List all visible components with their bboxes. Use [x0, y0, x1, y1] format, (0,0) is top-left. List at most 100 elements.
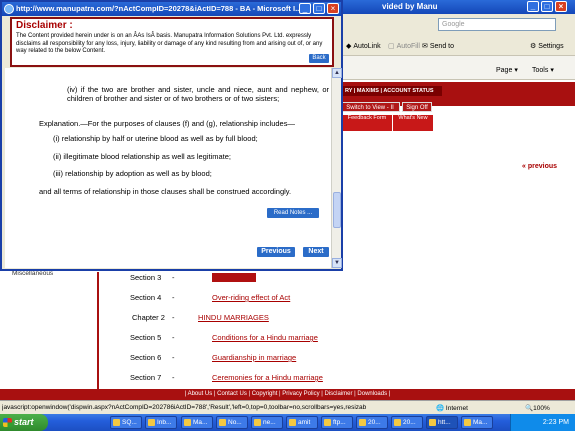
footer-links[interactable]: | About Us | Contact Us | Copyright | Pr… — [0, 389, 575, 400]
clause-iv: (iv) if the two are brother and sister, … — [67, 85, 329, 103]
previous-link-label: previous — [527, 163, 558, 170]
taskbar-button[interactable]: ftp... — [321, 416, 353, 429]
autolink-label: AutoLink — [353, 42, 381, 50]
list-item: (i) relationship by half or uterine bloo… — [53, 134, 258, 143]
switch-view-button[interactable]: Switch to View - II — [340, 102, 400, 112]
background-window-title: vided by Manu — [382, 2, 438, 11]
previous-button[interactable]: Previous — [257, 247, 295, 257]
minimize-icon[interactable]: _ — [527, 1, 539, 12]
popup-content: (iv) if the two are brother and sister, … — [5, 68, 336, 268]
chevron-down-icon: ▾ — [514, 67, 518, 74]
highlighted-section-link[interactable] — [212, 273, 256, 282]
autofill-button[interactable]: ▢ AutoFill — [388, 42, 420, 51]
whats-new-button[interactable]: What's New — [393, 115, 433, 131]
toc-link[interactable]: Guardianship in marriage — [212, 353, 296, 362]
zoom-label: 100% — [533, 405, 550, 412]
close-icon[interactable]: × — [327, 3, 339, 14]
app-icon — [184, 419, 191, 426]
page-menu-button[interactable]: Page ▾ — [496, 66, 518, 75]
taskbar-button-label: amit — [298, 419, 311, 426]
taskbar-button[interactable]: SQ... — [110, 416, 142, 429]
taskbar-button-label: 20... — [403, 419, 416, 426]
taskbar-button[interactable]: 20... — [356, 416, 388, 429]
toc-link[interactable]: Over-riding effect of Act — [212, 293, 290, 302]
toc-dash: - — [172, 293, 175, 302]
toc-label: Section 6 — [130, 353, 162, 362]
red-nav-links[interactable]: RY | MAXIMS | ACCOUNT STATUS — [342, 86, 442, 96]
previous-link[interactable]: « previous — [522, 163, 557, 170]
folder-icon — [289, 419, 296, 426]
globe-icon: 🌐 — [436, 405, 445, 412]
start-button[interactable]: start — [0, 414, 48, 431]
toc-dash: - — [172, 313, 175, 322]
popup-window: http://www.manupatra.com/?nActCompID=202… — [0, 0, 343, 271]
autolink-button[interactable]: ◆ AutoLink — [346, 42, 381, 51]
toc-label: Chapter 2 — [132, 313, 165, 322]
scroll-down-icon[interactable]: ▼ — [332, 258, 342, 268]
send-icon: ✉ — [422, 43, 428, 50]
taskbar-button-active[interactable]: htt... — [426, 416, 458, 429]
list-item: (iii) relationship by adoption as well a… — [53, 169, 212, 178]
toc-link[interactable]: Conditions for a Hindu marriage — [212, 333, 318, 342]
popup-title-bar[interactable]: http://www.manupatra.com/?nActCompID=202… — [2, 2, 341, 16]
scroll-up-icon[interactable]: ▲ — [332, 68, 342, 78]
settings-icon: ⚙ — [530, 43, 537, 50]
page-menu-label: Page — [496, 66, 513, 74]
toc-link[interactable]: Ceremonies for a Hindu marriage — [212, 373, 323, 382]
autofill-label: AutoFill — [396, 42, 420, 50]
taskbar-button[interactable]: Ma... — [181, 416, 213, 429]
minimize-icon[interactable]: _ — [299, 3, 311, 14]
taskbar-button[interactable]: Inb... — [145, 416, 177, 429]
sign-off-button[interactable]: Sign Off — [402, 102, 432, 112]
read-notes-button[interactable]: Read Notes ... — [267, 208, 319, 218]
close-icon[interactable]: × — [555, 1, 567, 12]
list-item: (ii) illegitimate blood relationship as … — [53, 152, 231, 161]
zoom-icon: 🔍 — [525, 405, 534, 412]
settings-button[interactable]: ⚙ Settings — [530, 42, 564, 51]
taskbar-button-label: 20... — [368, 419, 381, 426]
app-icon — [464, 419, 471, 426]
taskbar-button-label: ftp... — [333, 419, 346, 426]
disclaimer-text: The Content provided herein under is on … — [16, 33, 323, 54]
scroll-thumb[interactable] — [333, 192, 341, 228]
tools-menu-button[interactable]: Tools ▾ — [532, 66, 554, 75]
chevron-down-icon: ▾ — [550, 67, 554, 74]
taskbar-button-label: Inb... — [157, 419, 172, 426]
search-input[interactable]: Google — [438, 18, 556, 31]
maximize-icon[interactable]: □ — [313, 3, 325, 14]
app-icon — [324, 419, 331, 426]
taskbar-button[interactable]: Ma... — [461, 416, 493, 429]
back-button[interactable]: Back — [309, 54, 329, 63]
taskbar-button-label: Ma... — [473, 419, 488, 426]
toc-label: Section 5 — [130, 333, 162, 342]
app-icon — [148, 419, 155, 426]
sidebar-item-miscellaneous[interactable]: Miscellaneous — [12, 270, 53, 277]
toc-link[interactable]: HINDU MARRIAGES — [198, 313, 269, 322]
status-bar: javascript:openwindow('dispwin.aspx?nAct… — [0, 400, 575, 414]
toc-dash: - — [172, 373, 175, 382]
closing-text: and all terms of relationship in those c… — [39, 187, 292, 196]
send-to-label: Send to — [429, 42, 455, 50]
toc-label: Section 3 — [130, 273, 162, 282]
clock[interactable]: 2:23 PM — [543, 419, 569, 426]
zoom-control[interactable]: 🔍100% — [525, 404, 550, 412]
settings-label: Settings — [538, 42, 564, 50]
status-url: javascript:openwindow('dispwin.aspx?nAct… — [2, 404, 367, 411]
taskbar-button-label: No... — [228, 419, 242, 426]
taskbar-button-label: SQ... — [122, 419, 137, 426]
app-icon — [394, 419, 401, 426]
ie-icon — [4, 4, 14, 14]
taskbar-button[interactable]: ne... — [251, 416, 283, 429]
taskbar-button[interactable]: amit — [286, 416, 318, 429]
popup-window-title: http://www.manupatra.com/?nActCompID=202… — [16, 4, 302, 13]
maximize-icon[interactable]: □ — [541, 1, 553, 12]
vertical-scrollbar[interactable]: ▲ ▼ — [331, 68, 342, 268]
taskbar-button[interactable]: 20... — [391, 416, 423, 429]
taskbar-button[interactable]: No... — [216, 416, 248, 429]
send-to-button[interactable]: ✉ Send to — [422, 42, 455, 51]
feedback-form-button[interactable]: Feedback Form — [342, 115, 392, 131]
zone-label: Internet — [445, 405, 468, 412]
toc-dash: - — [172, 273, 175, 282]
next-button[interactable]: Next — [303, 247, 329, 257]
toc-dash: - — [172, 333, 175, 342]
